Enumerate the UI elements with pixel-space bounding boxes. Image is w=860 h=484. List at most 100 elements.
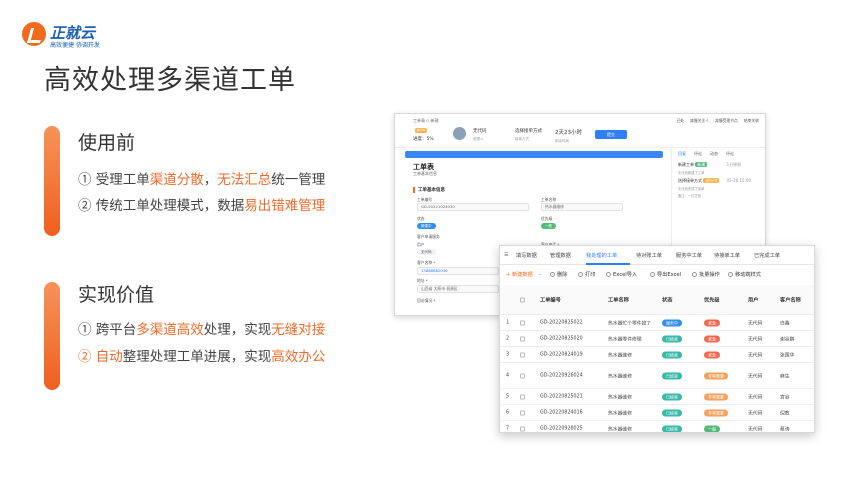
toolbar: + 新建数据 ⌄ 删除 打印 Excel导入 导出Excel 批量操作 移动端样… [500, 268, 814, 282]
label-address: 地址 * [417, 278, 428, 283]
breadcrumb: 工单表 ◇ 新建 [413, 118, 439, 123]
section-heading: 工单基本信息 [413, 187, 445, 193]
table-row[interactable]: 5 GD-20220825021 热水器维修 已结束 非常重要 无代码 宫谷 [500, 389, 814, 405]
tab-reply[interactable]: 回复 [678, 151, 686, 156]
ticket-header: 工单表 ◇ 新建 进行中 进度：5% 无代码 受理人 选择接单方式 接单方式 2天2… [395, 114, 765, 148]
section-title-before: 使用前 [78, 132, 136, 154]
label-tail: 回访情况 * [417, 298, 436, 303]
ticket-name-field[interactable]: 热水器维修 [541, 203, 623, 211]
user-tag[interactable]: 无代码 [417, 249, 436, 255]
user-name: 无代码 [748, 353, 763, 358]
row-checkbox[interactable] [520, 373, 525, 378]
ticket-name: 热水器零件修理 [608, 337, 642, 342]
import-icon [606, 272, 611, 277]
customer-name: 白鑫 [780, 321, 790, 326]
tab-activity[interactable]: 动态 [710, 151, 718, 156]
priority-badge: 非常重要 [704, 393, 728, 400]
action-done[interactable]: 已处 [676, 118, 684, 123]
accent-bar-value [44, 282, 60, 390]
col-user[interactable]: 用户 [748, 296, 758, 303]
tab-manage-data[interactable]: 管理数据 [550, 252, 571, 259]
tab-fill-data[interactable]: 填写数据 [516, 252, 537, 259]
row-checkbox[interactable] [520, 320, 525, 325]
user-name: 无代码 [748, 395, 763, 400]
select-all-checkbox[interactable] [520, 297, 525, 302]
ticket-name: 热水器忙个零件掉了 [608, 321, 652, 326]
priority-badge: 非常重要 [704, 409, 728, 416]
form-header-bar [405, 151, 663, 158]
excel-export-button[interactable]: 导出Excel [650, 271, 681, 278]
chevron-down-icon[interactable]: ⌄ [538, 271, 542, 277]
state-tag[interactable]: 新建中 [417, 223, 436, 229]
address-field[interactable]: 山西省 太原市 晋源区 [417, 285, 499, 293]
col-priority[interactable]: 优先级 [704, 296, 720, 303]
ticket-no: GD-20220926024 [540, 373, 583, 378]
status-badge: 已结束 [662, 335, 682, 342]
table-row[interactable]: 4 GD-20220926024 热水器维修 已结束 非常重要 无代码 麻生 [500, 363, 814, 389]
tab-in-service[interactable]: 服务中工单 [676, 252, 702, 259]
priority-badge: 紧急 [704, 335, 720, 342]
priority-badge: 一般 [704, 425, 720, 432]
ticket-list-screenshot: ☰ 填写数据 管理数据 我处理的工单 待对账工单 服务中工单 待接单工单 已完成… [499, 245, 815, 433]
submit-button[interactable]: 提交 [595, 130, 627, 139]
ticket-no-field[interactable]: GD-20221024030 [417, 203, 529, 211]
active-tab-indicator [586, 263, 630, 265]
action-follower[interactable]: 减慢关注人 [690, 118, 709, 123]
header-actions: 已处 减慢关注人 减慢受理节点 结束关联 [670, 118, 759, 124]
log-item: 新建工单 新建 1分钟前 无代码新建了工单 [678, 162, 742, 175]
row-checkbox[interactable] [520, 394, 525, 399]
ticket-name: 热水器维修 [608, 374, 632, 379]
col-state[interactable]: 状态 [662, 296, 672, 303]
label-user: 用户 [417, 242, 425, 247]
user-name: 无代码 [748, 374, 763, 379]
mobile-style-button[interactable]: 移动端样式 [728, 271, 761, 278]
form-subtitle: 工单基本信息 [413, 171, 437, 176]
priority-tag[interactable]: 一般 [541, 223, 556, 229]
col-ticket-name[interactable]: 工单名称 [608, 296, 629, 303]
status-badge: 服务中 [662, 319, 682, 326]
value-line-1: ① 跨平台多渠道高效处理，实现无缝对接 [78, 322, 326, 338]
excel-import-button[interactable]: Excel导入 [606, 271, 637, 278]
customer-name: 谢谷鹏 [780, 337, 795, 342]
tab-pending[interactable]: 待接单工单 [714, 252, 740, 259]
table-row[interactable]: 2 GD-20220825020 热水器零件修理 已结束 紧急 无代码 谢谷鹏 [500, 331, 814, 347]
priority-badge: 紧急 [704, 351, 720, 358]
section-title-value: 实现价值 [78, 284, 155, 306]
priority-badge: 非常重要 [704, 372, 728, 379]
tab-completed[interactable]: 已完成工单 [754, 252, 780, 259]
table-row[interactable]: 6 GD-20220824016 热水器维修 已结束 非常重要 无代码 倪敖 [500, 405, 814, 421]
col-customer[interactable]: 客户名称 [780, 296, 801, 303]
col-ticket-no[interactable]: 工单编号 [540, 296, 561, 303]
grid-icon[interactable]: ☰ [504, 252, 509, 258]
status-badge: 已结束 [662, 425, 682, 432]
tab-my-tickets[interactable]: 我处理的工单 [586, 252, 617, 259]
user-name: 无代码 [748, 427, 763, 432]
row-checkbox[interactable] [520, 410, 525, 415]
table-row[interactable]: 1 GD-20220825022 热水器忙个零件掉了 服务中 紧急 无代码 白鑫 [500, 315, 814, 331]
status-badge: 已结束 [662, 372, 682, 379]
table-header-row: 工单编号 工单名称 状态 优先级 用户 客户名称 [500, 285, 814, 315]
action-close[interactable]: 结束关联 [744, 118, 759, 123]
mobile-icon [728, 272, 733, 277]
table-row[interactable]: 3 GD-20220824019 热水器维修 已结束 紧急 无代码 张国华 [500, 347, 814, 363]
tab-review[interactable]: 评论 [726, 151, 734, 156]
label-customer-name: 客户名称 * [417, 260, 436, 265]
tab-comment[interactable]: 评论 [694, 151, 702, 156]
new-data-button[interactable]: + 新建数据 [506, 271, 533, 278]
table-row[interactable]: 7 GD-20220928025 热水器维修 已结束 一般 无代码 蔡涛 [500, 421, 814, 432]
page-title: 高效处理多渠道工单 [44, 65, 296, 96]
ticket-name: 热水器维修 [608, 411, 632, 416]
row-checkbox[interactable] [520, 352, 525, 357]
logo-mark-icon [22, 22, 46, 46]
tab-reconcile[interactable]: 待对账工单 [636, 252, 662, 259]
row-checkbox[interactable] [520, 336, 525, 341]
phone-field[interactable]: 13888882036 [417, 267, 499, 275]
row-index: 6 [506, 410, 510, 415]
label-state: 状态 [417, 216, 425, 221]
delete-button[interactable]: 删除 [550, 271, 567, 278]
action-node[interactable]: 减慢受理节点 [715, 118, 738, 123]
batch-button[interactable]: 批量操作 [692, 271, 720, 278]
print-button[interactable]: 打印 [578, 271, 595, 278]
row-checkbox[interactable] [520, 426, 525, 431]
user-name: 无代码 [748, 337, 763, 342]
